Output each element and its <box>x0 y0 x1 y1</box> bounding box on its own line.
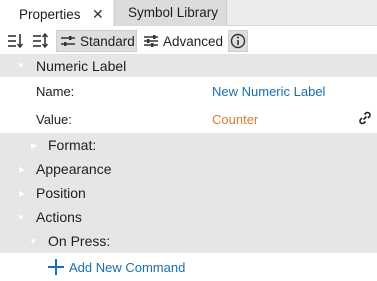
sliders-icon <box>60 33 76 49</box>
advanced-view-button[interactable]: Advanced <box>141 30 225 52</box>
group-format[interactable]: ▶ Format: <box>0 133 377 157</box>
group-numeric-label[interactable]: ▼ Numeric Label <box>0 54 377 77</box>
close-icon[interactable]: ✕ <box>92 2 104 27</box>
info-button[interactable] <box>228 30 248 52</box>
tab-symbol-library-label: Symbol Library <box>128 5 219 20</box>
caret-right-icon[interactable]: ▶ <box>31 141 37 150</box>
sort-list-button[interactable] <box>6 30 26 52</box>
group-label: Appearance <box>36 161 112 177</box>
property-row-value: Value: Counter <box>0 105 377 133</box>
plus-icon <box>48 259 64 275</box>
link-icon[interactable] <box>357 110 373 129</box>
info-icon <box>230 33 246 49</box>
sliders-advanced-icon <box>143 33 159 49</box>
group-label: Position <box>36 185 86 201</box>
value-value[interactable]: Counter <box>212 112 258 127</box>
tab-properties[interactable]: Properties ✕ <box>0 0 113 27</box>
group-appearance[interactable]: ▶ Appearance <box>0 157 377 181</box>
caret-right-icon[interactable]: ▶ <box>19 165 25 174</box>
sort-order-button[interactable] <box>31 30 51 52</box>
advanced-view-label: Advanced <box>163 33 224 49</box>
group-on-press[interactable]: ▼ On Press: <box>0 229 377 253</box>
property-label: Name: <box>36 83 75 99</box>
name-value[interactable]: New Numeric Label <box>212 84 325 99</box>
property-label: Value: <box>36 111 72 127</box>
group-position[interactable]: ▶ Position <box>0 181 377 205</box>
caret-down-icon[interactable]: ▼ <box>29 237 37 246</box>
group-label: On Press: <box>48 233 111 249</box>
tab-properties-label: Properties <box>19 7 81 22</box>
sort-order-icon <box>31 32 49 50</box>
standard-view-label: Standard <box>80 33 135 49</box>
standard-view-button[interactable]: Standard <box>56 30 137 52</box>
caret-right-icon[interactable]: ▶ <box>19 189 25 198</box>
group-label: Format: <box>48 137 97 153</box>
property-row-name: Name: New Numeric Label <box>0 77 377 105</box>
add-new-command-button[interactable]: Add New Command <box>48 258 185 276</box>
group-actions[interactable]: ▼ Actions <box>0 205 377 229</box>
group-label: Actions <box>36 209 82 225</box>
tab-symbol-library[interactable]: Symbol Library <box>114 0 227 26</box>
tab-bar: Properties ✕ Symbol Library <box>0 0 377 27</box>
sort-list-icon <box>6 32 24 50</box>
caret-down-icon[interactable]: ▼ <box>17 213 25 222</box>
toolbar: Standard Advanced <box>0 27 377 54</box>
group-label: Numeric Label <box>36 57 127 74</box>
add-new-command-label: Add New Command <box>69 259 186 275</box>
caret-down-icon[interactable]: ▼ <box>17 61 25 70</box>
